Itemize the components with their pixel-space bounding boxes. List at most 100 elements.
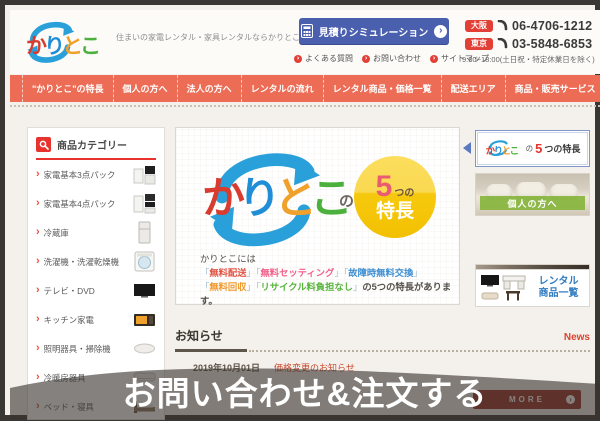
page-frame: かりとこ 住まいの家電レンタル・家具レンタルならかりとこ 見積りシミュレーション… (0, 0, 600, 420)
furniture-icons (480, 273, 528, 303)
arrow-bullet-icon: › (362, 55, 370, 63)
feature-free-setting: 無料セッティング (260, 268, 334, 278)
news-divider (175, 349, 590, 352)
microwave-icon (133, 308, 156, 331)
calculator-icon (301, 24, 313, 38)
main-navigation: "かりとこ"の特長 個人の方へ 法人の方へ レンタルの流れ レンタル商品・価格一… (10, 75, 600, 102)
arrow-bullet-icon: › (430, 55, 438, 63)
appliance-set-3-icon (133, 163, 156, 186)
ceiling-light-icon (133, 337, 156, 360)
business-hours: 9:30~18:00(土日祝・特定休業日を除く) (462, 54, 595, 65)
category-tv-dvd[interactable]: › テレビ・DVD (36, 276, 156, 305)
category-label: 家電基本4点パック (44, 198, 133, 210)
phone-icon (497, 38, 508, 50)
rental-products-banner[interactable]: レンタル 商品一覧 (475, 269, 590, 307)
logo-letter: り (494, 146, 502, 157)
feature-free-replacement: 故障時無料交換 (348, 268, 413, 278)
contact-link[interactable]: › お問い合わせ (362, 53, 421, 64)
category-kitchen-appliance[interactable]: › キッチン家電 (36, 305, 156, 334)
category-label: 洗濯機・洗濯乾燥機 (44, 256, 133, 268)
hero-feature-line-2: 「無料回収」「リサイクル料負担なし」の5つの特長があります。 (200, 280, 459, 308)
chevron-right-icon: › (36, 227, 40, 238)
phone-number-tokyo: 03-5848-6853 (512, 37, 592, 51)
logo-letter: り (44, 35, 62, 58)
overlay-banner-text: お問い合わせ&注文する (10, 374, 600, 414)
hero-description: かりとこには 「無料配送」「無料セッティング」「故障時無料交換」 「無料回収」「… (200, 252, 459, 308)
chevron-right-icon: › (36, 343, 40, 354)
logo-letter: と (274, 175, 310, 223)
arrow-circle-icon: › (434, 25, 447, 38)
arrow-bullet-icon: › (294, 55, 302, 63)
region-badge-osaka: 大阪 (465, 20, 493, 33)
personal-banner[interactable]: 個人の方へ (475, 173, 590, 216)
five-features-badge: 5 つの 特長 (354, 156, 436, 238)
nav-item-sales-service[interactable]: 商品・販売サービス (505, 75, 600, 102)
chevron-right-icon: › (36, 169, 40, 180)
nav-item-features[interactable]: "かりとこ"の特長 (22, 75, 113, 102)
faq-link-label: よくある質問 (305, 53, 353, 64)
logo-letter: り (238, 175, 274, 223)
chevron-right-icon: › (36, 314, 40, 325)
badge-number: 5 (376, 172, 393, 202)
phone-icon (497, 20, 508, 32)
hero-feature-line-1: 「無料配送」「無料セッティング」「故障時無料交換」 (200, 266, 459, 280)
rental-banner-label: レンタル 商品一覧 (532, 276, 585, 300)
sidebar-header: 商品カテゴリー (36, 137, 156, 160)
logo-letter: か (26, 35, 44, 58)
chevron-right-icon: › (36, 256, 40, 267)
estimate-button-label: 見積りシミュレーション (319, 24, 429, 39)
badge-tokucho: 特長 (376, 202, 414, 223)
nav-item-personal[interactable]: 個人の方へ (113, 75, 177, 102)
appliance-set-4-icon (133, 192, 156, 215)
badge-tsuno: つの (394, 189, 414, 199)
contact-link-label: お問い合わせ (373, 53, 421, 64)
phone-tokyo: 東京 03-5848-6853 (465, 37, 592, 51)
chevron-right-icon: › (36, 198, 40, 209)
sidebar-title: 商品カテゴリー (57, 137, 127, 152)
estimate-simulation-button[interactable]: 見積りシミュレーション › (299, 18, 449, 44)
category-label: 家電基本3点パック (44, 169, 133, 181)
category-label: キッチン家電 (44, 314, 133, 326)
faq-link[interactable]: › よくある質問 (294, 53, 353, 64)
tv-icon (133, 279, 156, 302)
banner-no-particle: の (526, 143, 534, 154)
category-washer[interactable]: › 洗濯機・洗濯乾燥機 (36, 247, 156, 276)
site-header: かりとこ 住まいの家電レンタル・家具レンタルならかりとこ 見積りシミュレーション… (10, 10, 600, 74)
news-tag: News (564, 332, 590, 343)
washer-icon (133, 250, 156, 273)
region-badge-tokyo: 東京 (465, 38, 493, 51)
feature-free-delivery: 無料配送 (209, 268, 246, 278)
nav-item-products-prices[interactable]: レンタル商品・価格一覧 (323, 75, 441, 102)
category-appliance-set-4[interactable]: › 家電基本4点パック (36, 189, 156, 218)
category-appliance-set-3[interactable]: › 家電基本3点パック (36, 160, 156, 189)
feature-no-recycle-fee: リサイクル料負担なし (260, 282, 353, 292)
hero-no-particle: の (339, 190, 354, 211)
phone-number-osaka: 06-4706-1212 (512, 19, 592, 33)
chevron-right-icon: › (36, 285, 40, 296)
hero-feature-panel[interactable]: かりとこ の 5 つの 特長 かりとこには 「無料配送」「無料セッティング」「故… (175, 127, 460, 305)
logo-letter: か (202, 175, 238, 223)
logo-letter: か (486, 146, 494, 157)
category-label: 冷蔵庫 (44, 227, 133, 239)
search-icon (36, 137, 51, 152)
nav-item-rental-flow[interactable]: レンタルの流れ (241, 75, 323, 102)
category-label: テレビ・DVD (44, 285, 133, 297)
feature-free-pickup: 無料回収 (209, 282, 246, 292)
five-features-banner[interactable]: かりとこ の 5 つの特長 (475, 130, 590, 167)
news-title: お知らせ (175, 327, 223, 344)
category-fridge[interactable]: › 冷蔵庫 (36, 218, 156, 247)
category-label: 照明器具・掃除機 (44, 343, 133, 355)
logo-letter: と (62, 35, 80, 58)
logo-letter: と (502, 146, 510, 157)
logo-letter: こ (80, 35, 98, 58)
karitoko-logo[interactable]: かりとこ (20, 16, 115, 68)
banner-arrow-left[interactable] (463, 142, 471, 154)
logo-letter: こ (510, 146, 518, 157)
fridge-icon (133, 221, 156, 244)
nav-item-delivery-area[interactable]: 配送エリア (441, 75, 505, 102)
site-tagline: 住まいの家電レンタル・家具レンタルならかりとこ (116, 32, 300, 43)
mini-karitoko-logo: かりとこ (485, 141, 525, 157)
nav-divider (10, 105, 600, 107)
nav-item-corporate[interactable]: 法人の方へ (177, 75, 241, 102)
phone-osaka: 大阪 06-4706-1212 (465, 19, 592, 33)
